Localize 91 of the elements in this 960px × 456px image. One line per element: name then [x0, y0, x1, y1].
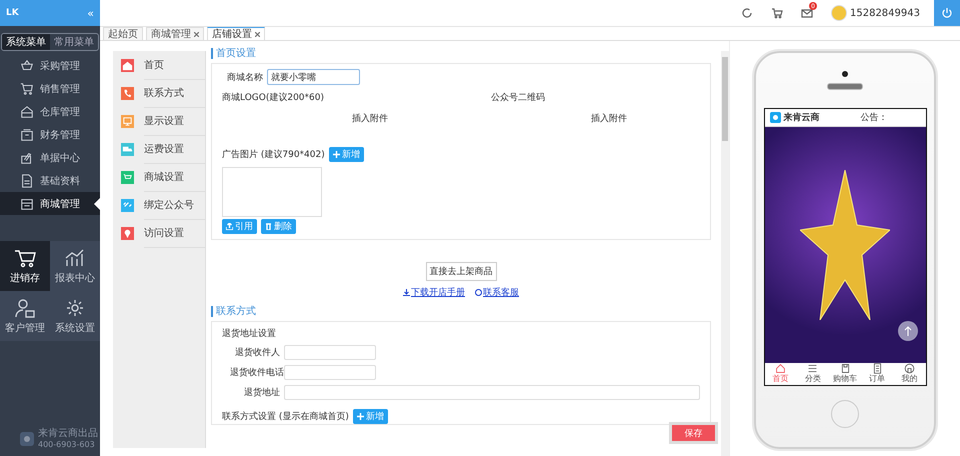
settings-nav-item[interactable]: 运费设置 [144, 134, 205, 164]
field-label: 退货地址 [243, 386, 280, 399]
sidebar-item[interactable]: 商城管理 [0, 192, 100, 215]
brand-text: 来肯云商出品 [38, 428, 98, 439]
module-tile[interactable]: 客户管理 [0, 291, 50, 341]
shop-name-field[interactable]: 就要小零嘴 [267, 69, 360, 85]
field-label: 联系方式设置 (显示在商城首页) [222, 410, 349, 423]
phone-text: 400-6903-603 [38, 439, 96, 450]
page-tab[interactable]: 店铺设置 [207, 27, 265, 40]
settings-nav-item[interactable]: 首页 [144, 50, 205, 80]
sidebar-item[interactable]: 仓库管理 [0, 100, 100, 123]
settings-nav-item[interactable]: 显示设置 [144, 106, 205, 136]
section-title: 首页设置 [211, 48, 711, 59]
username[interactable]: 15282849943 [850, 8, 920, 18]
attach-link[interactable]: 插入附件 [352, 112, 461, 125]
shop-logo-icon [770, 112, 780, 123]
menu-icon [20, 82, 34, 96]
page-tab[interactable]: 起始页 [103, 27, 143, 40]
field-label: 广告图片 (建议790*402) [222, 148, 325, 161]
back-to-top-button[interactable] [898, 321, 918, 341]
subsection-title: 退货地址设置 [222, 328, 277, 340]
attach-link[interactable]: 插入附件 [591, 112, 627, 125]
camera-icon [842, 71, 848, 77]
page-tab[interactable]: 商城管理 [146, 27, 204, 40]
bottom-nav-item[interactable]: 购物车 [828, 363, 862, 385]
bag-icon [840, 363, 850, 374]
sidebar-item[interactable]: 财务管理 [0, 123, 100, 146]
menu-switch-tab[interactable]: 系统菜单 [2, 34, 50, 50]
list-products-button[interactable]: 直接去上架商品 [426, 262, 496, 281]
scrollbar[interactable] [721, 51, 729, 456]
input-field[interactable] [284, 345, 376, 360]
app-logo: LK [6, 8, 19, 18]
menu-switch-tab[interactable]: 常用菜单 [50, 34, 98, 50]
avatar [831, 5, 847, 21]
menu-icon [20, 196, 34, 210]
cart-icon [14, 248, 36, 268]
refresh-icon[interactable] [741, 7, 753, 19]
download-manual-link[interactable]: 下载开店手册 [403, 286, 465, 299]
module-tile[interactable]: 报表中心 [50, 241, 100, 291]
field-label: 退货收件人 [234, 346, 280, 359]
plus-icon [332, 151, 340, 158]
settings-nav-item[interactable]: 绑定公众号 [144, 190, 205, 220]
chat-icon [475, 289, 482, 296]
notice-label: 公告： [860, 112, 888, 124]
menu-icon [20, 150, 34, 164]
contact-support-link[interactable]: 联系客服 [475, 286, 519, 299]
save-button[interactable]: 保存 [672, 425, 715, 441]
sidebar-item[interactable]: 单据中心 [0, 146, 100, 169]
mail-icon[interactable] [801, 7, 813, 19]
brand-logo-icon [20, 432, 34, 446]
download-icon [403, 289, 410, 296]
user-icon [14, 298, 36, 318]
bottom-nav-item[interactable]: 首页 [764, 363, 797, 385]
bottom-nav-item[interactable]: 订单 [861, 363, 894, 385]
arrow-up-icon [904, 326, 912, 336]
field-label: 商城LOGO(建议200*60) [222, 92, 325, 104]
sidebar-item[interactable]: 采购管理 [0, 54, 100, 77]
document-icon [872, 363, 883, 374]
gear-icon [64, 298, 86, 318]
list-icon [807, 363, 818, 374]
field-label: 公众号二维码 [491, 92, 545, 104]
power-button[interactable] [934, 0, 960, 26]
module-tile[interactable]: 系统设置 [50, 291, 100, 341]
settings-nav-item[interactable]: 访问设置 [144, 218, 205, 248]
trash-icon [265, 223, 272, 230]
upload-icon [226, 223, 233, 230]
bar-chart-icon [64, 248, 86, 268]
field-label: 商城名称 [227, 72, 263, 84]
sidebar-item[interactable]: 销售管理 [0, 77, 100, 100]
bottom-nav-item[interactable]: 我的 [893, 363, 926, 385]
person-icon [904, 363, 915, 374]
sidebar-item[interactable]: 基础资料 [0, 169, 100, 192]
shop-name: 来肯云商 [784, 111, 820, 124]
bottom-nav-item[interactable]: 分类 [796, 363, 829, 385]
section-title: 联系方式 [211, 306, 711, 317]
menu-icon [20, 104, 34, 118]
cart-icon[interactable] [771, 7, 783, 19]
settings-nav-item[interactable]: 联系方式 [144, 78, 205, 108]
input-field[interactable] [284, 385, 700, 400]
menu-icon [20, 128, 34, 142]
power-icon [941, 7, 953, 19]
module-tile[interactable]: 进销存 [0, 241, 50, 291]
close-icon[interactable] [194, 32, 199, 36]
speaker-icon [827, 83, 863, 90]
house-icon [775, 363, 786, 374]
plus-icon [356, 413, 364, 420]
input-field[interactable] [284, 365, 376, 380]
menu-icon [20, 174, 34, 188]
close-icon[interactable] [255, 32, 260, 36]
settings-nav-item[interactable]: 商城设置 [144, 162, 205, 192]
menu-icon [20, 58, 34, 72]
